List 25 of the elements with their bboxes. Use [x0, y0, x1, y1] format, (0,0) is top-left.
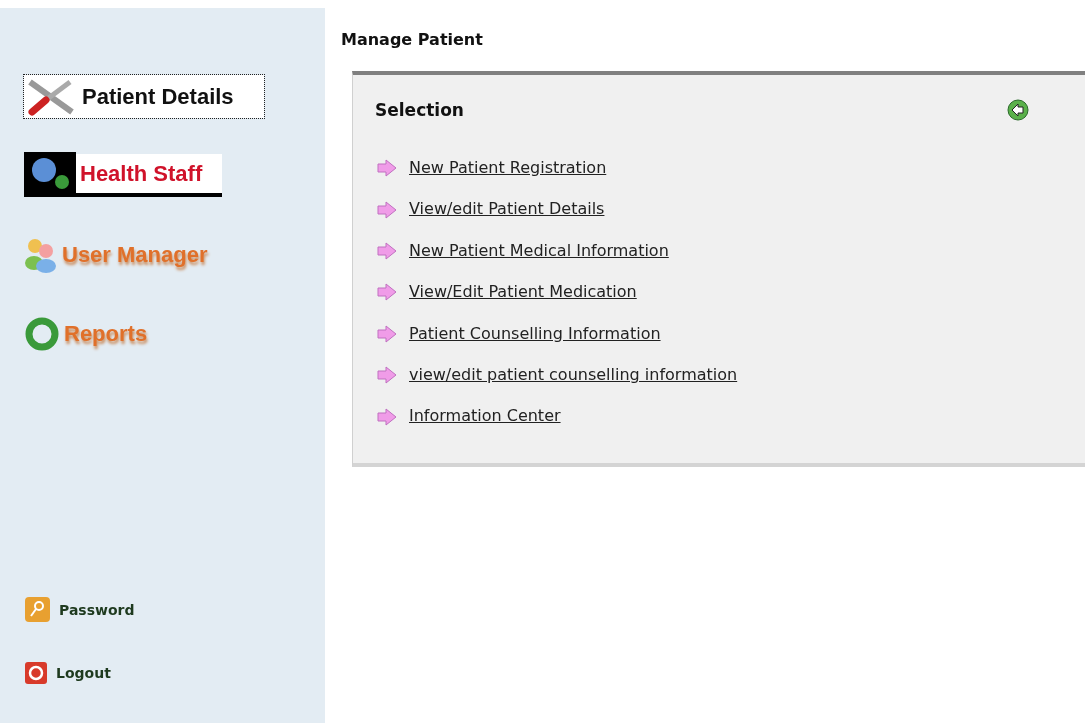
- menu-link[interactable]: View/edit Patient Details: [409, 198, 605, 221]
- nav-button[interactable]: Patient Details: [24, 75, 264, 118]
- menu-link[interactable]: view/edit patient counselling information: [409, 363, 738, 387]
- menu-link[interactable]: View/Edit Patient Medication: [409, 281, 637, 304]
- menu-link[interactable]: Patient Counselling Information: [409, 322, 661, 345]
- menu-link[interactable]: New Patient Medical Information: [409, 239, 669, 263]
- arrow-icon: [377, 283, 397, 302]
- arrow-icon: [377, 407, 397, 426]
- arrow-icon: [377, 241, 397, 260]
- arrow-icon: [377, 366, 397, 385]
- arrow-icon: [377, 324, 397, 343]
- sidebar-link[interactable]: Password: [24, 596, 135, 623]
- menu-link[interactable]: Information Center: [409, 405, 561, 428]
- page-title: Manage Patient: [341, 30, 484, 49]
- ring-icon: [24, 315, 60, 352]
- gears-icon: [24, 152, 76, 195]
- sidebar-link[interactable]: Logout: [24, 661, 111, 685]
- arrow-icon: [377, 159, 397, 178]
- power-icon: [24, 661, 48, 685]
- panel-title: Selection: [375, 100, 464, 120]
- key-icon: [24, 596, 51, 623]
- nav-button[interactable]: Health Staff: [24, 154, 223, 197]
- users-icon: [24, 236, 58, 273]
- menu-link[interactable]: New Patient Registration: [409, 157, 607, 180]
- arrow-icon: [377, 200, 397, 219]
